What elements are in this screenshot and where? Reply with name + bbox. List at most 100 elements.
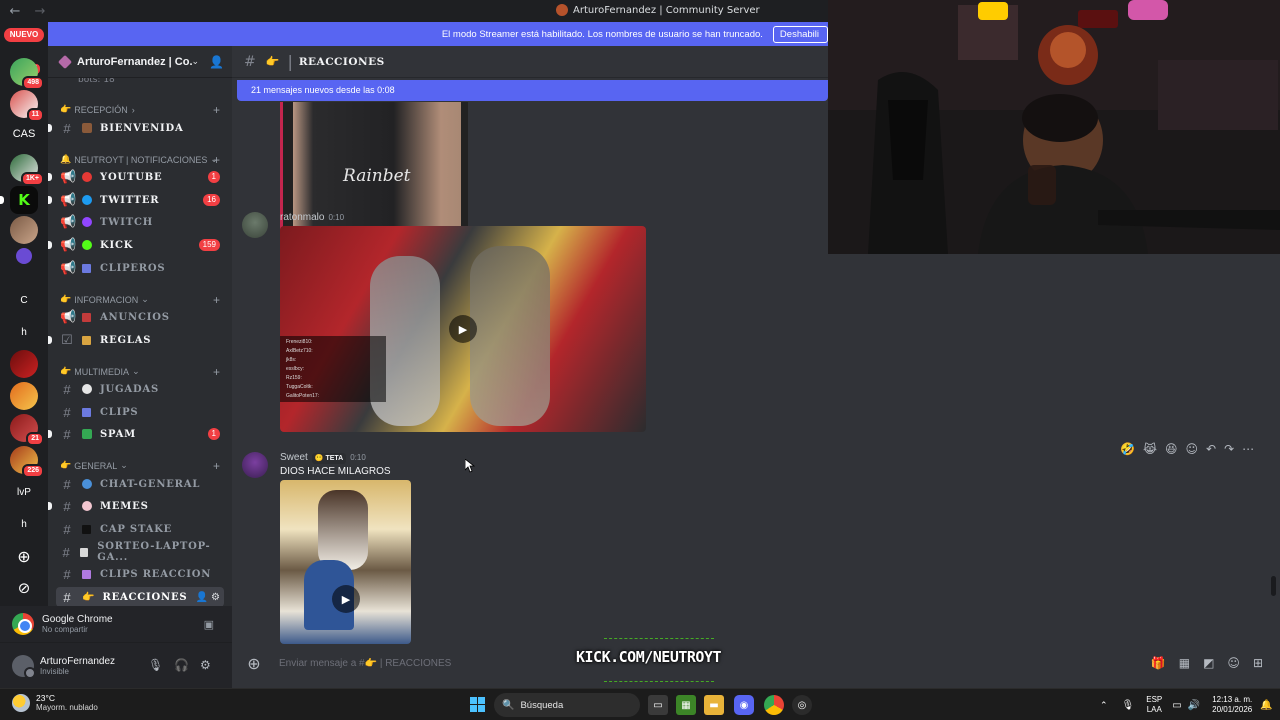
gear-icon[interactable]: ⚙	[200, 658, 211, 672]
kick-server-icon[interactable]: K	[0, 186, 38, 214]
server-icon-8[interactable]: 21	[10, 414, 44, 446]
gift-icon[interactable]: 🎁	[1151, 656, 1166, 670]
server-text-cas[interactable]: CAS	[10, 120, 38, 148]
add-channel-icon[interactable]: +	[213, 365, 220, 379]
avatar[interactable]	[12, 654, 36, 679]
back-arrow-icon[interactable]: ←	[0, 4, 30, 19]
video-attachment[interactable]: ▶	[280, 480, 411, 644]
server-icon-5[interactable]	[16, 248, 32, 264]
new-messages-bar[interactable]: 21 mensajes nuevos desde las 0:08	[237, 80, 828, 101]
scrollbar-thumb[interactable]	[1271, 576, 1276, 596]
forward-icon[interactable]: ↷	[1224, 442, 1234, 456]
file-explorer-icon[interactable]: ▬	[704, 695, 724, 715]
server-header[interactable]: ArturoFernandez | Co... ⌄ 👤	[48, 46, 232, 78]
add-attachment-icon[interactable]: ⊕	[237, 654, 271, 673]
share-screen-icon[interactable]: ▣	[204, 618, 214, 631]
rofl-emoji-icon[interactable]: 🤣	[1120, 442, 1135, 456]
server-text-h2[interactable]: h	[10, 510, 38, 538]
speaker-icon[interactable]: 🔊	[1188, 700, 1200, 711]
channel-twitter[interactable]: 📢 TWITTER 16	[48, 190, 224, 210]
channel-reglas[interactable]: ☑ REGLAS	[48, 330, 224, 350]
server-icon-3[interactable]: 1K+	[10, 154, 44, 186]
channel-sorteo[interactable]: # SORTEO-LAPTOP-GA...	[56, 541, 224, 563]
disable-streamer-button[interactable]: Deshabili	[772, 25, 828, 43]
channel-bienvenida[interactable]: # BIENVENIDA	[48, 118, 224, 138]
grin-emoji-icon[interactable]: 😆	[1165, 442, 1178, 456]
task-view-icon[interactable]: ▭	[648, 695, 668, 715]
cat-emoji-icon[interactable]: 😹	[1143, 442, 1157, 456]
channel-youtube[interactable]: 📢 YOUTUBE 1	[48, 167, 224, 187]
author-name[interactable]: ratonmalo	[280, 212, 324, 223]
channel-kick[interactable]: 📢 KICK 159	[48, 235, 224, 255]
add-channel-icon[interactable]: +	[213, 293, 220, 307]
channel-cliperos[interactable]: 📢 CLIPEROS	[56, 258, 224, 278]
channel-jugadas[interactable]: # JUGADAS	[56, 379, 224, 399]
discord-icon[interactable]: ◉	[734, 695, 754, 715]
hash-icon: #	[244, 53, 256, 70]
channel-clips[interactable]: # CLIPS	[56, 402, 224, 422]
minecraft-icon[interactable]: ▦	[676, 695, 696, 715]
channel-memes[interactable]: # MEMES	[48, 496, 224, 516]
language-indicator[interactable]: ESP LAA	[1146, 695, 1162, 715]
avatar[interactable]	[242, 452, 268, 478]
category-notificaciones[interactable]: 🔔 NEUTROYT | NOTIFICACIONES ⌄ +	[60, 153, 220, 167]
emoji-icon[interactable]: ☺	[1227, 656, 1240, 670]
channel-chat-general[interactable]: # CHAT-GENERAL	[56, 474, 224, 494]
invite-people-icon[interactable]: 👤	[209, 55, 224, 69]
play-icon[interactable]: ▶	[449, 315, 477, 343]
server-icon-9[interactable]: 226	[10, 446, 44, 478]
windows-start-icon[interactable]	[470, 697, 485, 712]
channel-reacciones[interactable]: # 👉 REACCIONES 👤 ⚙	[56, 587, 224, 606]
forward-arrow-icon[interactable]: →	[30, 4, 50, 19]
gear-icon[interactable]: ⚙	[211, 592, 220, 603]
gif-icon[interactable]: ▦	[1179, 656, 1190, 670]
create-invite-icon[interactable]: 👤	[196, 592, 208, 603]
video-attachment[interactable]: Frenezi810: AxlBetz710: jk8s: esslbcy: R…	[280, 226, 646, 432]
clock[interactable]: 12:13 a. m. 20/01/2026	[1212, 695, 1252, 715]
add-channel-icon[interactable]: +	[213, 103, 220, 117]
server-text-lvp[interactable]: lvP	[10, 478, 38, 506]
channel-cap-stake[interactable]: # CAP STAKE	[56, 519, 224, 539]
microphone-icon[interactable]: 🎙	[1122, 700, 1135, 711]
obs-icon[interactable]: ◎	[792, 695, 812, 715]
microphone-icon[interactable]: 🎙	[148, 658, 163, 672]
server-icon-7[interactable]	[10, 382, 38, 410]
server-icon-6[interactable]	[10, 350, 38, 378]
play-icon[interactable]: ▶	[332, 585, 360, 613]
category-informacion[interactable]: 👉 INFORMACION ⌄ +	[60, 293, 220, 307]
apps-icon[interactable]: ⊞	[1253, 656, 1263, 670]
weather-widget[interactable]: 23°C Mayorm. nublado	[12, 693, 98, 712]
headphones-icon[interactable]: 🎧	[174, 658, 189, 672]
reply-icon[interactable]: ↶	[1206, 442, 1216, 456]
discover-icon[interactable]: ⊘	[10, 574, 38, 602]
add-channel-icon[interactable]: +	[213, 153, 220, 167]
chrome-icon[interactable]	[764, 695, 784, 715]
more-icon[interactable]: ⋯	[1242, 442, 1254, 456]
channel-spam[interactable]: # SPAM 1	[48, 424, 224, 444]
server-icon-1[interactable]: 498	[10, 58, 44, 90]
server-text-h[interactable]: h	[10, 318, 38, 346]
network-icon[interactable]: ▭	[1172, 700, 1181, 711]
add-reaction-icon[interactable]: ☺	[1186, 442, 1199, 456]
category-multimedia[interactable]: 👉 MULTIMEDIA ⌄ +	[60, 365, 220, 379]
megaphone-icon: 📢	[60, 192, 77, 207]
message-author[interactable]: ratonmalo 0:10	[280, 212, 344, 223]
avatar[interactable]	[242, 212, 268, 238]
channel-twitch[interactable]: 📢 TWITCH	[56, 212, 224, 232]
channel-anuncios[interactable]: 📢 ANUNCIOS	[56, 307, 224, 327]
message-author[interactable]: Sweet 😶 TETA 0:10	[280, 452, 366, 464]
category-recepcion[interactable]: 👉 RECEPCIÓN › +	[60, 103, 220, 117]
add-server-icon[interactable]: ⊕	[10, 542, 38, 570]
sticker-icon[interactable]: ◩	[1203, 656, 1214, 670]
channel-clips-reaccion[interactable]: # CLIPS REACCION	[56, 564, 224, 584]
category-general[interactable]: 👉 GENERAL ⌄ +	[60, 459, 220, 473]
author-name[interactable]: Sweet	[280, 452, 308, 463]
add-channel-icon[interactable]: +	[213, 459, 220, 473]
message-input[interactable]	[279, 657, 469, 669]
server-icon-2[interactable]: 11	[10, 90, 44, 122]
server-text-c[interactable]: C	[10, 286, 38, 314]
chevron-up-icon[interactable]: ⌃	[1100, 700, 1108, 711]
server-icon-4[interactable]	[10, 216, 38, 244]
notification-bell-icon[interactable]: 🔔	[1260, 700, 1272, 711]
taskbar-search[interactable]: 🔍 Búsqueda	[494, 693, 640, 717]
